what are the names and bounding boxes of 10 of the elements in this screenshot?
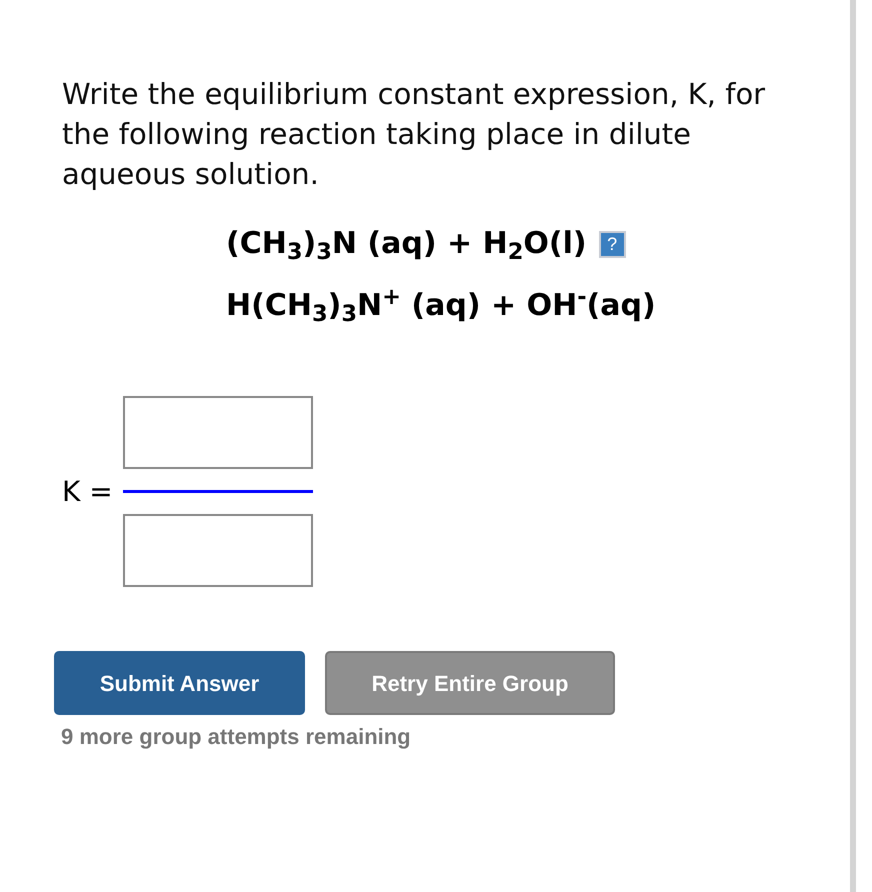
k-label: K = bbox=[62, 474, 114, 510]
numerator-field[interactable] bbox=[123, 396, 313, 469]
denominator-field[interactable] bbox=[123, 514, 313, 587]
attempts-remaining-text: 9 more group attempts remaining bbox=[61, 723, 412, 751]
submit-button[interactable]: Submit Answer bbox=[54, 651, 305, 715]
retry-button[interactable]: Retry Entire Group bbox=[325, 651, 615, 715]
equation-products: H(CH$_{3}$)$_{3}$N$^{+}$ (aq) + OH$^{-}$(aq) bbox=[226, 286, 657, 326]
equation-reactants: (CH$_{3}$)$_{3}$N (aq) + H$_{2}$O(l) bbox=[226, 225, 587, 264]
question-text: Write the equilibrium constant expression, K, for the following reaction taking place in dilute aqueous solution. bbox=[62, 76, 766, 193]
help-button[interactable]: ? bbox=[598, 230, 626, 258]
